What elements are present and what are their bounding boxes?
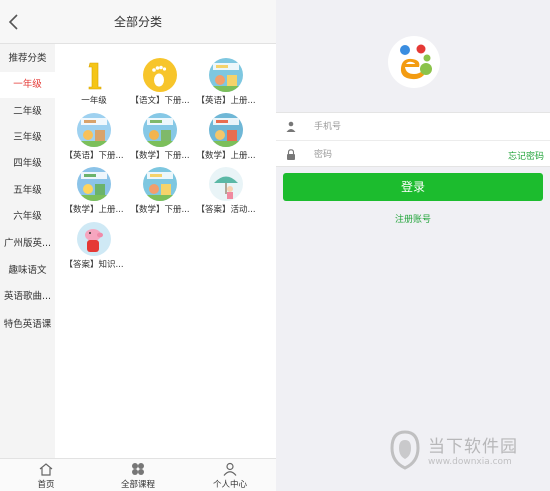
tab-all-courses[interactable]: 全部课程: [92, 459, 184, 491]
sidebar-item[interactable]: 五年级: [0, 178, 55, 204]
register-link[interactable]: 注册账号: [276, 212, 550, 225]
sidebar-item[interactable]: 推荐分类: [0, 46, 55, 72]
sidebar-item[interactable]: 二年级: [0, 99, 55, 125]
watermark: 当下软件园 www.downxia.com: [388, 430, 548, 476]
logo-icon: [400, 44, 432, 80]
course-item[interactable]: 一年级: [61, 58, 127, 110]
lock-icon: [287, 149, 295, 160]
watermark-name: 当下软件园: [428, 437, 518, 457]
course-item-label: 【英语】下册...: [64, 151, 124, 161]
book-cover-icon: [143, 167, 177, 201]
sidebar-item[interactable]: 一年级: [0, 72, 55, 98]
home-icon: [39, 463, 53, 476]
login-button[interactable]: 登录: [283, 173, 543, 201]
login-form: 忘记密码: [276, 112, 550, 167]
tab-label: 个人中心: [212, 480, 247, 490]
category-pane: 全部分类 推荐分类 一年级 二年级 三年级 四年级 五年级 六年级 广州版英... 趣味语文 英语…: [0, 0, 276, 491]
pig-cartoon-icon: [77, 222, 111, 256]
tab-label: 全部课程: [120, 480, 155, 490]
course-item-label: 【数学】下册...: [130, 205, 190, 215]
clover-icon: [132, 463, 144, 475]
course-item[interactable]: 【数学】上册...: [193, 113, 259, 165]
watermark-url: www.downxia.com: [428, 457, 512, 467]
sidebar-item[interactable]: 广州版英...: [0, 231, 55, 257]
password-input[interactable]: [314, 145, 494, 164]
number-one-icon: [77, 58, 111, 92]
book-cover-icon: [77, 167, 111, 201]
sidebar-item[interactable]: 四年级: [0, 151, 55, 177]
course-item[interactable]: 【英语】下册...: [61, 113, 127, 165]
book-cover-icon: [209, 58, 243, 92]
course-item[interactable]: 【英语】上册...: [193, 58, 259, 110]
password-row: 忘记密码: [276, 141, 550, 168]
book-cover-icon: [143, 113, 177, 147]
top-bar: 全部分类: [0, 0, 276, 44]
phone-row: [276, 113, 550, 140]
user-icon: [286, 121, 296, 132]
course-item[interactable]: 【答案】知识...: [61, 222, 127, 274]
course-item-label: 【英语】上册...: [196, 96, 256, 106]
tab-home[interactable]: 首页: [0, 459, 92, 491]
course-item-label: 【数学】上册...: [64, 205, 124, 215]
app-logo: [388, 36, 440, 88]
forgot-password-link[interactable]: 忘记密码: [508, 149, 544, 162]
page-title: 全部分类: [113, 15, 162, 29]
phone-input[interactable]: [314, 117, 494, 136]
course-item[interactable]: 【数学】下册...: [127, 113, 193, 165]
course-grid: 一年级 【语文】下册... 【英语】上册... 【英语】下册... 【数学】下册... 【…: [55, 44, 276, 458]
course-item-label: 一年级: [81, 96, 107, 106]
login-pane: 忘记密码 登录 注册账号 当下软件园 www.downxia.com: [276, 0, 550, 491]
course-item[interactable]: 【数学】下册...: [127, 167, 193, 219]
person-icon: [223, 462, 237, 476]
course-item[interactable]: 【语文】下册...: [127, 58, 193, 110]
sidebar-item[interactable]: 特色英语课: [0, 312, 55, 338]
book-cover-icon: [209, 113, 243, 147]
umbrella-girl-icon: [209, 167, 243, 201]
bottom-tab-bar: 首页 全部课程 个人中心: [0, 458, 276, 491]
course-item-label: 【答案】活动...: [196, 205, 256, 215]
footprint-icon: [143, 58, 177, 92]
sidebar-item[interactable]: 六年级: [0, 204, 55, 230]
course-item-label: 【语文】下册...: [130, 96, 190, 106]
tab-profile[interactable]: 个人中心: [184, 459, 276, 491]
category-sidebar: 推荐分类 一年级 二年级 三年级 四年级 五年级 六年级 广州版英... 趣味语文 英语歌曲...…: [0, 44, 55, 458]
course-item-label: 【答案】知识...: [64, 260, 124, 270]
course-item-label: 【数学】下册...: [130, 151, 190, 161]
tab-label: 首页: [37, 480, 55, 490]
course-item[interactable]: 【答案】活动...: [193, 167, 259, 219]
watermark-logo-icon: [390, 430, 420, 470]
book-cover-icon: [77, 113, 111, 147]
sidebar-item[interactable]: 三年级: [0, 125, 55, 151]
course-item-label: 【数学】上册...: [196, 151, 256, 161]
course-item[interactable]: 【数学】上册...: [61, 167, 127, 219]
sidebar-item[interactable]: 趣味语文: [0, 258, 55, 284]
sidebar-item[interactable]: 英语歌曲...: [0, 284, 55, 310]
